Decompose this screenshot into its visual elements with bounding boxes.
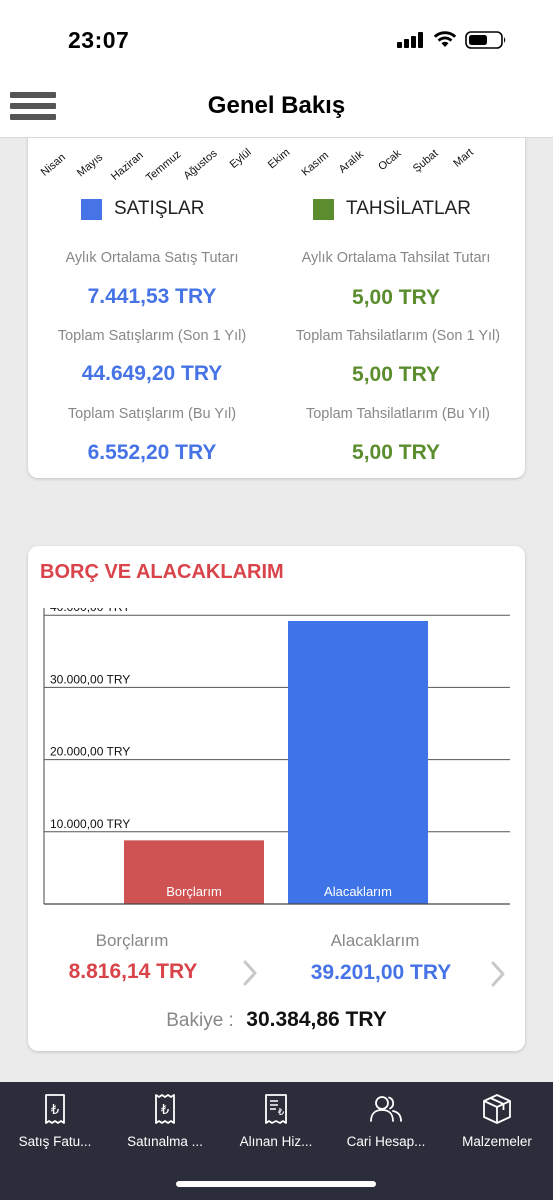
chart-tick-label: 20.000,00 TRY [50, 745, 130, 759]
cellular-signal-icon [397, 32, 425, 48]
legend-swatch-sales [81, 198, 102, 220]
debt-card-title: BORÇ VE ALACAKLARIM [40, 561, 284, 583]
balance-label: Bakiye : [166, 1010, 234, 1031]
receivables-chevron-right-icon[interactable] [489, 960, 507, 988]
month-label: Nisan [38, 151, 68, 179]
tab-label: Satış Fatu... [18, 1134, 92, 1149]
legend-swatch-collections [313, 198, 334, 220]
month-label: Ocak [376, 147, 404, 174]
sales-summary-card: Nisan Mayıs Haziran Temmuz Ağustos Eylül… [28, 120, 525, 478]
receivables-summary-value: 39.201,00 TRY [310, 961, 452, 984]
month-label: Mart [451, 146, 476, 170]
legend-collections: TAHSİLATLAR [313, 198, 471, 220]
app-header: Genel Bakış [0, 80, 553, 138]
month-axis-labels: Nisan Mayıs Haziran Temmuz Ağustos Eylül… [28, 142, 525, 185]
tab-purchase-invoices[interactable]: ₺ Satınalma ... [110, 1082, 220, 1162]
chart-bar-label: Borçlarım [166, 884, 222, 899]
svg-text:₺: ₺ [51, 1103, 59, 1118]
total-sales-year-value: 44.649,20 TRY [81, 362, 223, 385]
avg-sales-label: Aylık Ortalama Satış Tutarı [65, 250, 239, 266]
debt-receivables-card: BORÇ VE ALACAKLARIM 10.000,00 TRY 20.000,… [28, 546, 525, 1051]
wifi-icon [433, 31, 457, 47]
bar-chart-svg: 10.000,00 TRY 20.000,00 TRY 30.000,00 TRY 4… [43, 608, 510, 905]
month-label: Şubat [410, 147, 441, 176]
month-label: Temmuz [143, 148, 184, 185]
battery-icon [465, 31, 506, 49]
total-collections-this-year-value: 5,00 TRY [352, 441, 440, 464]
tab-label: Satınalma ... [127, 1134, 203, 1149]
month-label: Kasım [299, 149, 332, 179]
status-bar: 23:07 [0, 0, 553, 80]
purchase-invoice-icon: ₺ [155, 1094, 175, 1124]
chart-bar [288, 620, 428, 904]
home-indicator [176, 1181, 376, 1187]
tab-materials[interactable]: Malzemeler [442, 1082, 552, 1162]
tab-current-accounts[interactable]: Cari Hesap... [331, 1082, 441, 1162]
avg-collections-value: 5,00 TRY [352, 286, 440, 309]
total-collections-this-year-label: Toplam Tahsilatlarım (Bu Yıl) [305, 406, 490, 422]
month-label: Aralık [336, 148, 366, 176]
legend-sales: SATIŞLAR [81, 198, 204, 220]
chart-tick-label: 10.000,00 TRY [50, 817, 130, 831]
month-label: Mayıs [75, 151, 106, 180]
page-title: Genel Bakış [207, 92, 346, 119]
debt-receivables-chart: 10.000,00 TRY 20.000,00 TRY 30.000,00 TRY 4… [42, 608, 512, 908]
chart-tick-label: 40.000,00 TRY [50, 608, 130, 614]
month-label: Haziran [109, 149, 146, 183]
total-sales-year-label: Toplam Satışlarım (Son 1 Yıl) [57, 328, 247, 344]
avg-sales-value: 7.441,53 TRY [87, 285, 217, 308]
debts-summary-label: Borçlarım [95, 931, 169, 950]
status-time: 23:07 [68, 27, 130, 53]
accounts-icon [370, 1096, 402, 1122]
sales-invoice-icon: ₺ [45, 1094, 65, 1124]
total-sales-this-year-label: Toplam Satışlarım (Bu Yıl) [67, 406, 237, 422]
total-collections-year-value: 5,00 TRY [352, 363, 440, 386]
svg-text:₺: ₺ [278, 1107, 285, 1118]
receivables-summary-label: Alacaklarım [330, 931, 420, 950]
balance-value: 30.384,86 TRY [246, 1008, 387, 1031]
debts-chevron-right-icon[interactable] [241, 959, 259, 987]
month-label: Eylül [227, 146, 254, 171]
month-label: Ağustos [181, 147, 220, 183]
svg-text:₺: ₺ [161, 1103, 169, 1118]
materials-icon [483, 1094, 511, 1124]
chart-tick-label: 30.000,00 TRY [50, 672, 130, 686]
total-collections-year-label: Toplam Tahsilatlarım (Son 1 Yıl) [295, 328, 501, 344]
balance-row: Bakiye : 30.384,86 TRY [28, 1008, 525, 1032]
tab-received-services[interactable]: ₺ Alınan Hiz... [221, 1082, 331, 1162]
tab-label: Cari Hesap... [346, 1134, 426, 1149]
tab-sales-invoices[interactable]: ₺ Satış Fatu... [0, 1082, 110, 1162]
tab-label: Malzemeler [462, 1134, 532, 1149]
received-service-icon: ₺ [265, 1094, 287, 1124]
total-sales-this-year-value: 6.552,20 TRY [87, 441, 217, 464]
legend-label-sales: SATIŞLAR [114, 198, 205, 219]
month-label: Ekim [265, 146, 293, 172]
avg-collections-label: Aylık Ortalama Tahsilat Tutarı [301, 250, 491, 266]
legend-label-collections: TAHSİLATLAR [346, 198, 471, 219]
chart-bar-label: Alacaklarım [324, 884, 392, 899]
tab-label: Alınan Hiz... [239, 1134, 313, 1149]
debts-summary-value: 8.816,14 TRY [68, 960, 198, 983]
